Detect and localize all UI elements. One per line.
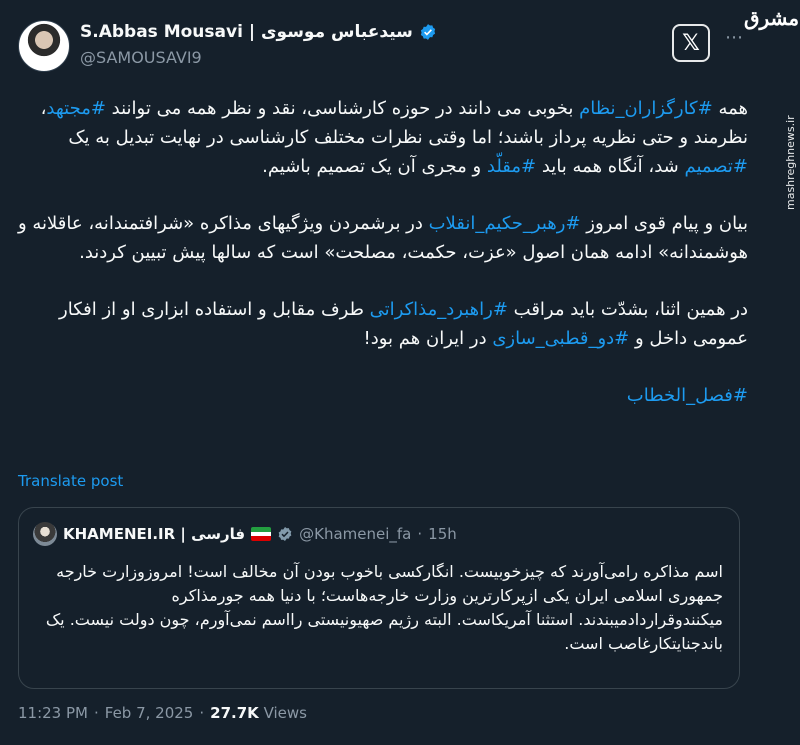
quoted-author-handle[interactable]: @Khamenei_fa [299, 525, 411, 543]
hashtag-link[interactable]: #دو_قطبی_سازی [492, 328, 629, 349]
watermark-logo: مشرق [744, 6, 800, 30]
quoted-tweet-header: KHAMENEI.IR | فارسی @Khamenei_fa · 15h [33, 522, 457, 546]
text-segment: بخوبی می دانند در حوزه کارشناسی، نقد و ن… [105, 98, 580, 119]
author-name-row: S.Abbas Mousavi | سیدعباس موسوی [80, 22, 437, 42]
hashtag-link[interactable]: #کارگزاران_نظام [579, 98, 713, 119]
hashtag-link[interactable]: #فصل_الخطاب [627, 385, 748, 406]
views-label: Views [263, 704, 307, 722]
text-segment: بیان و پیام قوی امروز [580, 213, 748, 234]
verified-badge-icon [278, 527, 292, 541]
tweet-text: همه #کارگزاران_نظام بخوبی می دانند در حو… [18, 94, 748, 410]
quoted-text-paragraph: اسم مذاکره رامی‌آورند که چیزخوبیست. انگا… [45, 562, 723, 653]
tweet-time[interactable]: 11:23 PM [18, 704, 88, 722]
quoted-author-avatar[interactable] [33, 522, 57, 546]
watermark-url: mashreghnews.ir [784, 115, 797, 210]
quoted-tweet-time[interactable]: 15h [428, 525, 457, 543]
tweet-paragraph-2: بیان و پیام قوی امروز #رهبر_حکیم_انقلاب … [18, 209, 748, 267]
separator-dot: · [93, 704, 99, 722]
text-segment: شد، آنگاه همه باید [536, 156, 685, 177]
x-logo-icon: 𝕏 [672, 24, 710, 62]
views-count: 27.7K [210, 704, 259, 722]
text-segment: همه [712, 98, 748, 119]
hashtag-link[interactable]: #مقلّد [487, 156, 536, 177]
quoted-tweet[interactable]: KHAMENEI.IR | فارسی @Khamenei_fa · 15h ا… [18, 507, 740, 689]
hashtag-link[interactable]: #رهبر_حکیم_انقلاب [429, 213, 581, 234]
author-handle[interactable]: @SAMOUSAVI9 [80, 48, 202, 67]
text-segment: در همین اثنا، بشدّت باید مراقب [507, 299, 748, 320]
tweet-paragraph-1: همه #کارگزاران_نظام بخوبی می دانند در حو… [18, 94, 748, 181]
tweet-paragraph-4: #فصل_الخطاب [18, 381, 748, 410]
verified-badge-icon [420, 24, 436, 40]
text-segment: در ایران هم بود! [363, 328, 493, 349]
text-segment: و مجری آن یک تصمیم باشیم. [262, 156, 487, 177]
hashtag-link[interactable]: #تصمیم [684, 156, 748, 177]
more-dots-icon[interactable]: ⋯ [722, 26, 746, 50]
separator-dot: · [417, 525, 423, 543]
hashtag-link[interactable]: #مجتهد [46, 98, 106, 119]
separator-dot: · [199, 704, 205, 722]
tweet-date[interactable]: Feb 7, 2025 [105, 704, 194, 722]
hashtag-link[interactable]: #راهبرد_مذاکراتی [370, 299, 508, 320]
author-display-name[interactable]: S.Abbas Mousavi | سیدعباس موسوی [80, 22, 413, 42]
author-avatar[interactable] [18, 20, 70, 72]
quoted-author-name[interactable]: KHAMENEI.IR | فارسی [63, 525, 245, 543]
tweet-card: S.Abbas Mousavi | سیدعباس موسوی @SAMOUSA… [0, 0, 800, 745]
translate-post-link[interactable]: Translate post [18, 472, 123, 490]
quoted-tweet-text: اسم مذاکره رامی‌آورند که چیزخوبیست. انگا… [33, 560, 723, 656]
iran-flag-icon [251, 527, 272, 541]
tweet-paragraph-3: در همین اثنا، بشدّت باید مراقب #راهبرد_م… [18, 295, 748, 353]
tweet-meta: 11:23 PM · Feb 7, 2025 · 27.7K Views [18, 704, 307, 722]
tweet-header: S.Abbas Mousavi | سیدعباس موسوی @SAMOUSA… [18, 18, 718, 78]
